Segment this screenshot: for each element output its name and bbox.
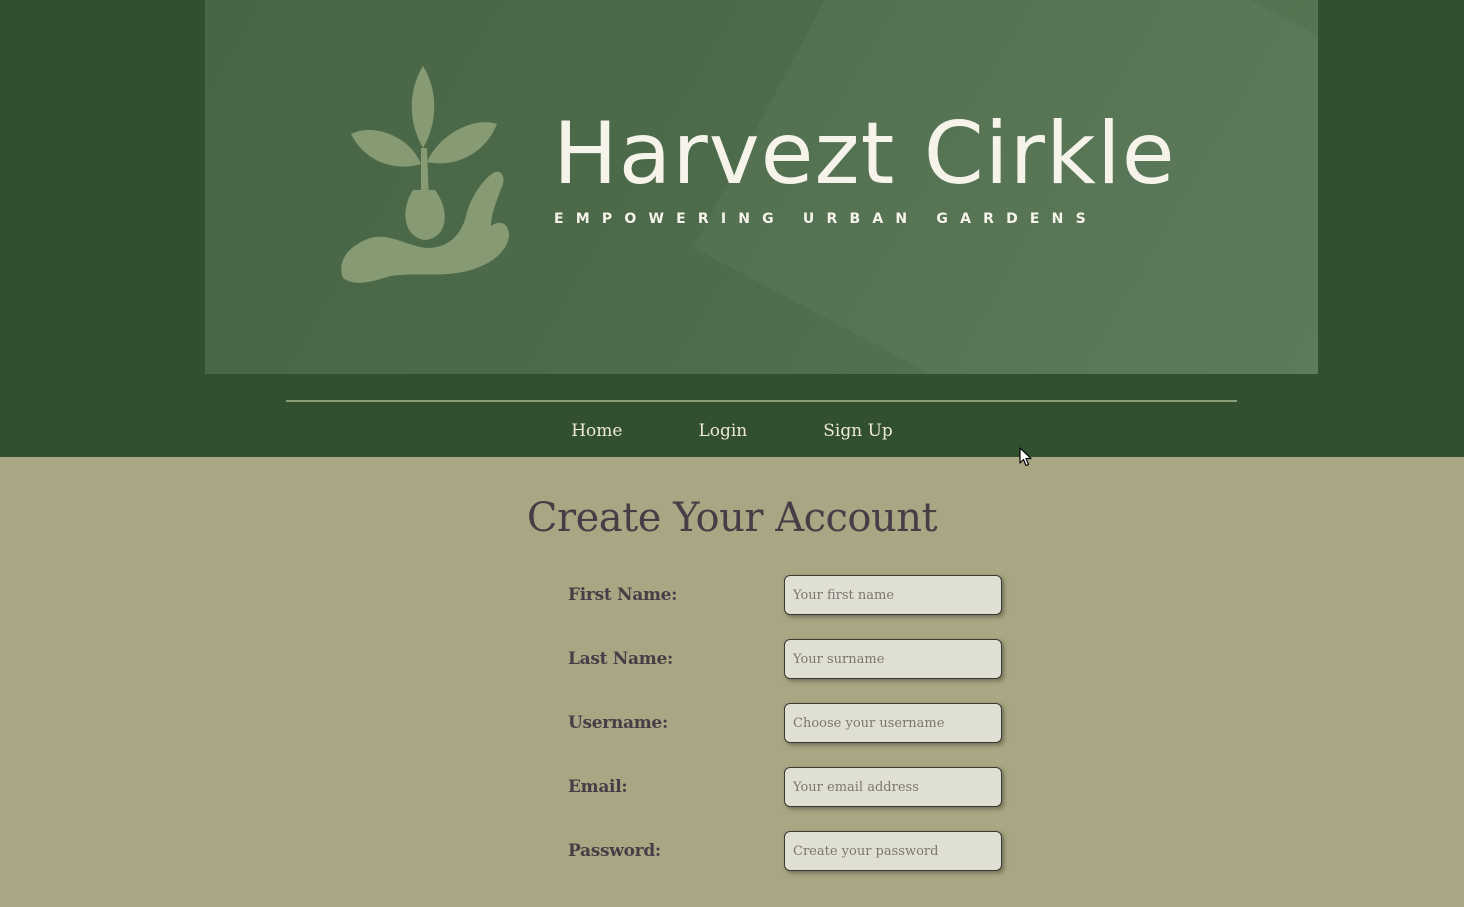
email-input[interactable]	[784, 767, 1002, 807]
nav-item-home[interactable]: Home	[571, 415, 622, 447]
site-header: Harvezt Cirkle EMPOWERING URBAN GARDENS …	[0, 0, 1464, 457]
first-name-label: First Name:	[568, 585, 678, 605]
last-name-input[interactable]	[784, 639, 1002, 679]
brand-name: Harvezt Cirkle	[553, 104, 1176, 204]
password-label: Password:	[568, 841, 661, 861]
brand-tagline: EMPOWERING URBAN GARDENS	[554, 211, 1098, 227]
first-name-row: First Name:	[568, 575, 1008, 615]
email-label: Email:	[568, 777, 628, 797]
main-nav: Home Login Sign Up	[0, 415, 1464, 447]
username-label: Username:	[568, 713, 668, 733]
last-name-row: Last Name:	[568, 639, 1008, 679]
email-row: Email:	[568, 767, 1008, 807]
last-name-label: Last Name:	[568, 649, 673, 669]
nav-divider	[286, 400, 1237, 402]
username-input[interactable]	[784, 703, 1002, 743]
username-row: Username:	[568, 703, 1008, 743]
password-row: Password:	[568, 831, 1008, 871]
nav-item-sign-up[interactable]: Sign Up	[823, 415, 893, 447]
brand-banner: Harvezt Cirkle EMPOWERING URBAN GARDENS	[205, 0, 1318, 374]
password-input[interactable]	[784, 831, 1002, 871]
mouse-cursor-icon	[1019, 447, 1032, 467]
plant-in-hand-icon	[341, 66, 509, 283]
nav-item-login[interactable]: Login	[698, 415, 747, 447]
first-name-input[interactable]	[784, 575, 1002, 615]
page-title: Create Your Account	[526, 495, 938, 541]
